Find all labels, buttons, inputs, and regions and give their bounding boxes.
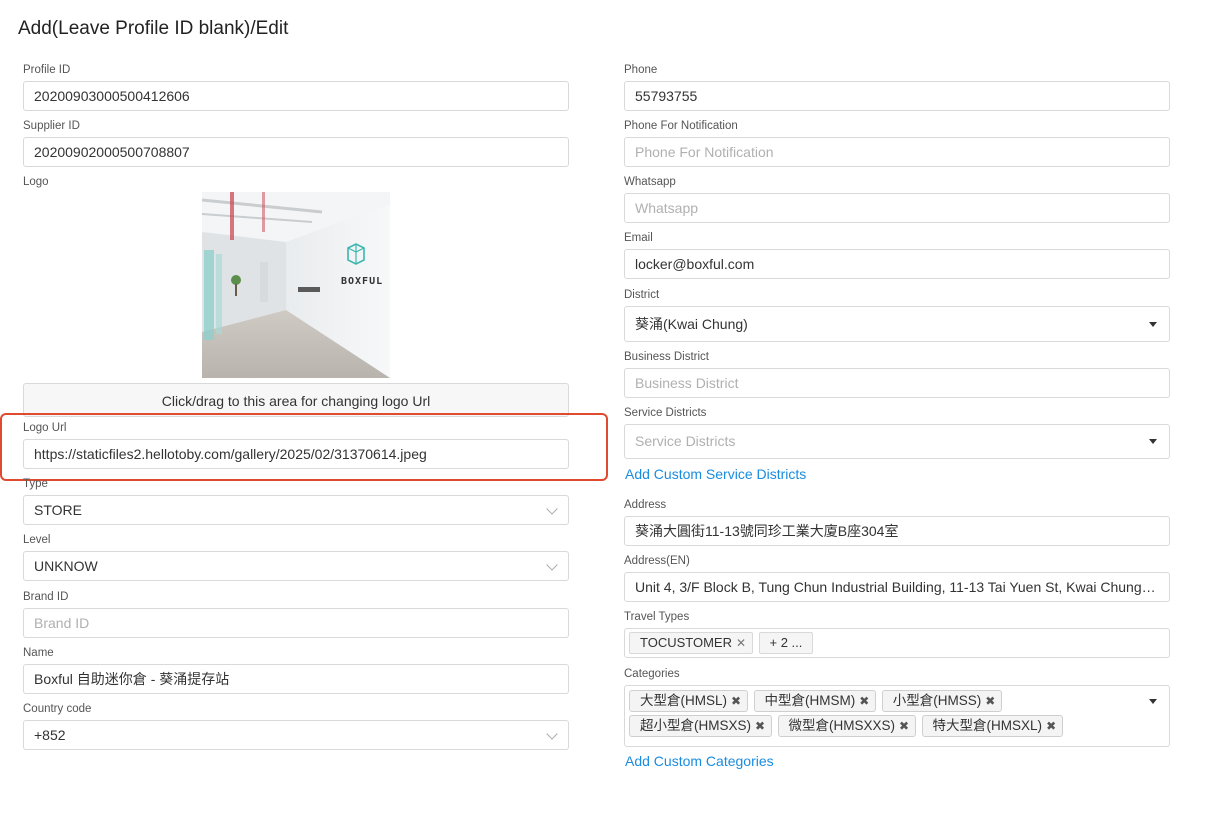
- add-custom-service-districts-link[interactable]: Add Custom Service Districts: [625, 466, 806, 482]
- logo-image-text: BOXFUL: [341, 276, 383, 287]
- name-label: Name: [23, 647, 54, 659]
- category-chip[interactable]: 中型倉(HMSM) ✖: [753, 690, 877, 712]
- remove-icon[interactable]: ✖: [731, 694, 741, 708]
- travel-types-select[interactable]: TOCUSTOMER ✕ + 2 ...: [624, 628, 1170, 658]
- country-code-label: Country code: [23, 703, 92, 715]
- whatsapp-field: Whatsapp Whatsapp: [624, 175, 1170, 223]
- type-field: Type STORE: [23, 477, 569, 525]
- district-label: District: [624, 289, 660, 301]
- email-input[interactable]: locker@boxful.com: [624, 249, 1170, 279]
- business-district-input[interactable]: Business District: [624, 368, 1170, 398]
- remove-icon[interactable]: ✖: [859, 694, 869, 708]
- brand-id-field: Brand ID Brand ID: [23, 590, 569, 638]
- logo-field: Logo: [23, 175, 569, 189]
- service-districts-placeholder: Service Districts: [635, 433, 736, 449]
- profile-id-input[interactable]: 20200903000500412606: [23, 81, 569, 111]
- travel-types-field: Travel Types TOCUSTOMER ✕ + 2 ...: [624, 610, 1170, 658]
- caret-down-icon: [1149, 322, 1157, 327]
- level-select[interactable]: UNKNOW: [23, 551, 569, 581]
- phone-label: Phone: [624, 64, 658, 76]
- email-label: Email: [624, 232, 653, 244]
- profile-id-label: Profile ID: [23, 64, 71, 76]
- address-en-field: Address(EN) Unit 4, 3/F Block B, Tung Ch…: [624, 554, 1170, 602]
- email-field: Email locker@boxful.com: [624, 231, 1170, 279]
- logo-label: Logo: [23, 176, 49, 188]
- phone-input[interactable]: 55793755: [624, 81, 1170, 111]
- district-select-value: 葵涌(Kwai Chung): [635, 316, 748, 332]
- categories-select[interactable]: 大型倉(HMSL) ✖ 中型倉(HMSM) ✖ 小型倉(HMSS) ✖ 超小型倉(HM…: [624, 685, 1170, 747]
- chevron-down-icon: [546, 503, 558, 515]
- type-select-value: STORE: [34, 502, 82, 518]
- categories-field: Categories 大型倉(HMSL) ✖ 中型倉(HMSM) ✖ 小型倉(HMS…: [624, 667, 1170, 747]
- caret-down-icon: [1149, 439, 1157, 444]
- remove-icon[interactable]: ✖: [755, 719, 765, 733]
- whatsapp-input[interactable]: Whatsapp: [624, 193, 1170, 223]
- supplier-id-label: Supplier ID: [23, 120, 80, 132]
- address-label: Address: [624, 499, 667, 511]
- country-code-value: +852: [34, 727, 66, 743]
- district-select[interactable]: 葵涌(Kwai Chung): [624, 306, 1170, 342]
- supplier-id-field: Supplier ID 20200902000500708807: [23, 119, 569, 167]
- address-en-input[interactable]: Unit 4, 3/F Block B, Tung Chun Industria…: [624, 572, 1170, 602]
- type-select[interactable]: STORE: [23, 495, 569, 525]
- profile-id-field: Profile ID 20200903000500412606: [23, 63, 569, 111]
- service-districts-field: Service Districts Service Districts: [624, 406, 1170, 459]
- address-field: Address 葵涌大圓街11-13號同珍工業大廈B座304室: [624, 498, 1170, 546]
- remove-icon[interactable]: ✖: [899, 719, 909, 733]
- level-select-value: UNKNOW: [34, 558, 98, 574]
- remove-icon[interactable]: ✖: [985, 694, 995, 708]
- logo-url-input[interactable]: https://staticfiles2.hellotoby.com/galle…: [23, 439, 569, 469]
- country-code-field: Country code +852: [23, 702, 569, 750]
- brand-id-label: Brand ID: [23, 591, 69, 603]
- phone-notification-input[interactable]: Phone For Notification: [624, 137, 1170, 167]
- brand-id-input[interactable]: Brand ID: [23, 608, 569, 638]
- travel-type-more-tag[interactable]: + 2 ...: [758, 632, 814, 654]
- chevron-down-icon: [546, 559, 558, 571]
- phone-notification-label: Phone For Notification: [624, 120, 738, 132]
- level-field: Level UNKNOW: [23, 533, 569, 581]
- travel-type-tag[interactable]: TOCUSTOMER ✕: [629, 632, 754, 654]
- level-label: Level: [23, 534, 51, 546]
- name-input[interactable]: Boxful 自助迷你倉 - 葵涌提存站: [23, 664, 569, 694]
- close-icon[interactable]: ✕: [736, 636, 746, 650]
- chevron-down-icon: [546, 728, 558, 740]
- logo-url-field: Logo Url https://staticfiles2.hellotoby.…: [23, 421, 569, 469]
- category-chip[interactable]: 特大型倉(HMSXL) ✖: [921, 715, 1064, 737]
- service-districts-label: Service Districts: [624, 407, 707, 419]
- add-custom-categories-link[interactable]: Add Custom Categories: [625, 753, 774, 769]
- country-code-select[interactable]: +852: [23, 720, 569, 750]
- phone-field: Phone 55793755: [624, 63, 1170, 111]
- logo-image: BOXFUL: [202, 192, 390, 378]
- page-title: Add(Leave Profile ID blank)/Edit: [18, 18, 289, 39]
- whatsapp-label: Whatsapp: [624, 176, 676, 188]
- category-chip[interactable]: 大型倉(HMSL) ✖: [629, 690, 749, 712]
- business-district-label: Business District: [624, 351, 709, 363]
- address-input[interactable]: 葵涌大圓街11-13號同珍工業大廈B座304室: [624, 516, 1170, 546]
- category-chip[interactable]: 超小型倉(HMSXS) ✖: [629, 715, 773, 737]
- phone-notification-field: Phone For Notification Phone For Notific…: [624, 119, 1170, 167]
- category-chip[interactable]: 微型倉(HMSXXS) ✖: [777, 715, 917, 737]
- name-field: Name Boxful 自助迷你倉 - 葵涌提存站: [23, 646, 569, 694]
- type-label: Type: [23, 478, 48, 490]
- district-field: District 葵涌(Kwai Chung): [624, 288, 1170, 342]
- address-en-label: Address(EN): [624, 555, 690, 567]
- categories-label: Categories: [624, 668, 680, 680]
- caret-down-icon: [1149, 699, 1157, 704]
- category-chip[interactable]: 小型倉(HMSS) ✖: [881, 690, 1003, 712]
- service-districts-select[interactable]: Service Districts: [624, 424, 1170, 459]
- supplier-id-input[interactable]: 20200902000500708807: [23, 137, 569, 167]
- logo-drop-area[interactable]: Click/drag to this area for changing log…: [23, 383, 569, 417]
- travel-types-label: Travel Types: [624, 611, 690, 623]
- business-district-field: Business District Business District: [624, 350, 1170, 398]
- logo-url-label: Logo Url: [23, 422, 67, 434]
- remove-icon[interactable]: ✖: [1046, 719, 1056, 733]
